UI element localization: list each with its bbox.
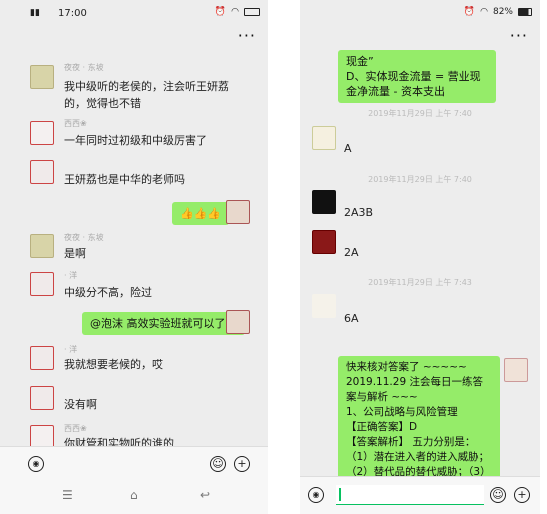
message-text: 我中级听的老侯的，注会听王妍荔的，觉得也不错 [64,80,229,110]
voice-icon[interactable]: ◉ [308,487,324,503]
message-text: 我就想要老候的，哎 [64,358,163,371]
avatar[interactable] [30,272,54,296]
message-text: 中级分不高，险过 [64,286,152,299]
timestamp: 2019年11月29日 上午 7:40 [368,109,472,118]
avatar[interactable] [312,294,336,318]
wifi-icon: ◠ [231,7,239,17]
message-text: 2A [344,246,359,259]
wifi-icon: ◠ [480,7,488,17]
clock: 17:00 [58,8,87,19]
sent-message-bubble: 👍👍👍 [172,202,230,225]
more-options-icon[interactable]: ··· [238,28,256,44]
voice-icon[interactable]: ◉ [28,456,44,472]
text-cursor [339,488,341,501]
sender-name: 西西❀ [64,119,87,128]
emoji-icon[interactable]: ☺ [490,487,506,503]
emoji-icon[interactable]: ☺ [210,456,226,472]
avatar[interactable] [30,234,54,258]
alarm-icon: ⏰ [214,7,227,17]
my-avatar[interactable] [226,200,250,224]
separator [540,0,547,514]
message-text: 2A3B [344,206,374,219]
avatar[interactable] [312,190,336,214]
message-text: 一年同时过初级和中级厉害了 [64,134,207,147]
sender-name: 夜夜 · 东坡 [64,63,104,72]
my-avatar[interactable] [226,310,250,334]
add-icon[interactable]: + [234,456,250,472]
status-bar: ▮▮ 17:00 ⏰ ◠ [0,0,268,26]
back-icon[interactable]: ↩ [200,488,210,502]
left-chat-screen: ▮▮ 17:00 ⏰ ◠ ··· 夜夜 · 东坡 我中级听的老侯的，注会听王妍荔… [0,0,268,514]
alarm-icon: ⏰ [463,7,476,17]
message-text: 没有啊 [64,398,97,411]
add-icon[interactable]: + [514,487,530,503]
separator [268,0,300,514]
status-bar: ⏰ ◠ 82% [300,0,540,26]
system-nav-bar: ☰ ⌂ ↩ [0,474,268,514]
sender-name: 夜夜 · 东坡 [64,233,104,242]
timestamp: 2019年11月29日 上午 7:43 [368,278,472,287]
sent-message-bubble: @泡沫 高效实验班就可以了。 [82,312,245,335]
timestamp: 2019年11月29日 上午 7:40 [368,175,472,184]
input-bar: ◉ ☺ + [300,476,540,514]
message-text: A [344,142,352,155]
avatar[interactable] [30,346,54,370]
avatar[interactable] [312,230,336,254]
right-chat-screen: ⏰ ◠ 82% ··· 现金” D、实体现金流量 = 营业现金净流量 - 资本支… [300,0,540,514]
message-input[interactable] [336,485,484,505]
battery-icon [244,8,260,16]
avatar[interactable] [30,65,54,89]
received-message-bubble: 现金” D、实体现金流量 = 营业现金净流量 - 资本支出 [338,50,496,103]
more-options-icon[interactable]: ··· [510,28,528,44]
home-icon[interactable]: ⌂ [130,488,138,502]
message-text: 王妍荔也是中华的老师吗 [64,173,185,186]
battery-icon [518,8,532,16]
avatar[interactable] [30,160,54,184]
signal-icon: ▮▮ [30,8,40,18]
menu-icon[interactable]: ☰ [62,488,73,502]
message-text: 6A [344,312,359,325]
sender-name: · 洋 [64,271,78,280]
battery-level: 82% [492,7,513,17]
avatar[interactable] [30,121,54,145]
my-avatar[interactable] [504,358,528,382]
sender-name: · 洋 [64,345,78,354]
avatar[interactable] [30,386,54,410]
sender-name: 西西❀ [64,424,87,433]
message-text: 是啊 [64,247,86,260]
avatar[interactable] [312,126,336,150]
